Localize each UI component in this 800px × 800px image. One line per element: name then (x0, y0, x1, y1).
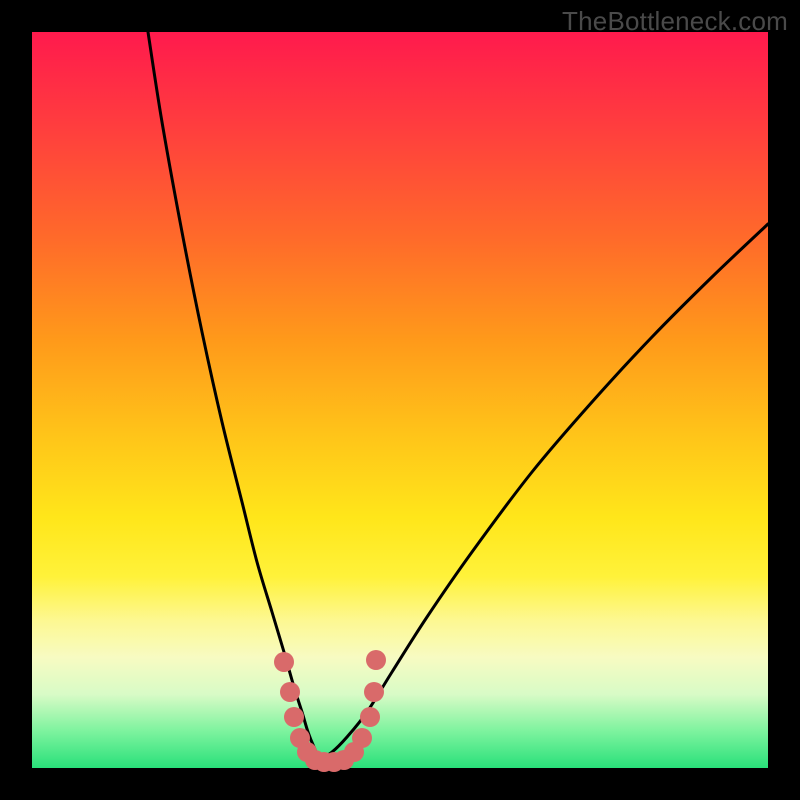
watermark-text: TheBottleneck.com (562, 6, 788, 37)
trough-marker (360, 707, 380, 727)
trough-marker (352, 728, 372, 748)
trough-marker (280, 682, 300, 702)
chart-frame: TheBottleneck.com (0, 0, 800, 800)
trough-marker (366, 650, 386, 670)
trough-marker (274, 652, 294, 672)
chart-plot-area (32, 32, 768, 768)
curve-path (148, 32, 768, 758)
trough-marker-group (274, 650, 386, 772)
trough-marker (284, 707, 304, 727)
trough-marker (364, 682, 384, 702)
bottleneck-curve (32, 32, 768, 768)
